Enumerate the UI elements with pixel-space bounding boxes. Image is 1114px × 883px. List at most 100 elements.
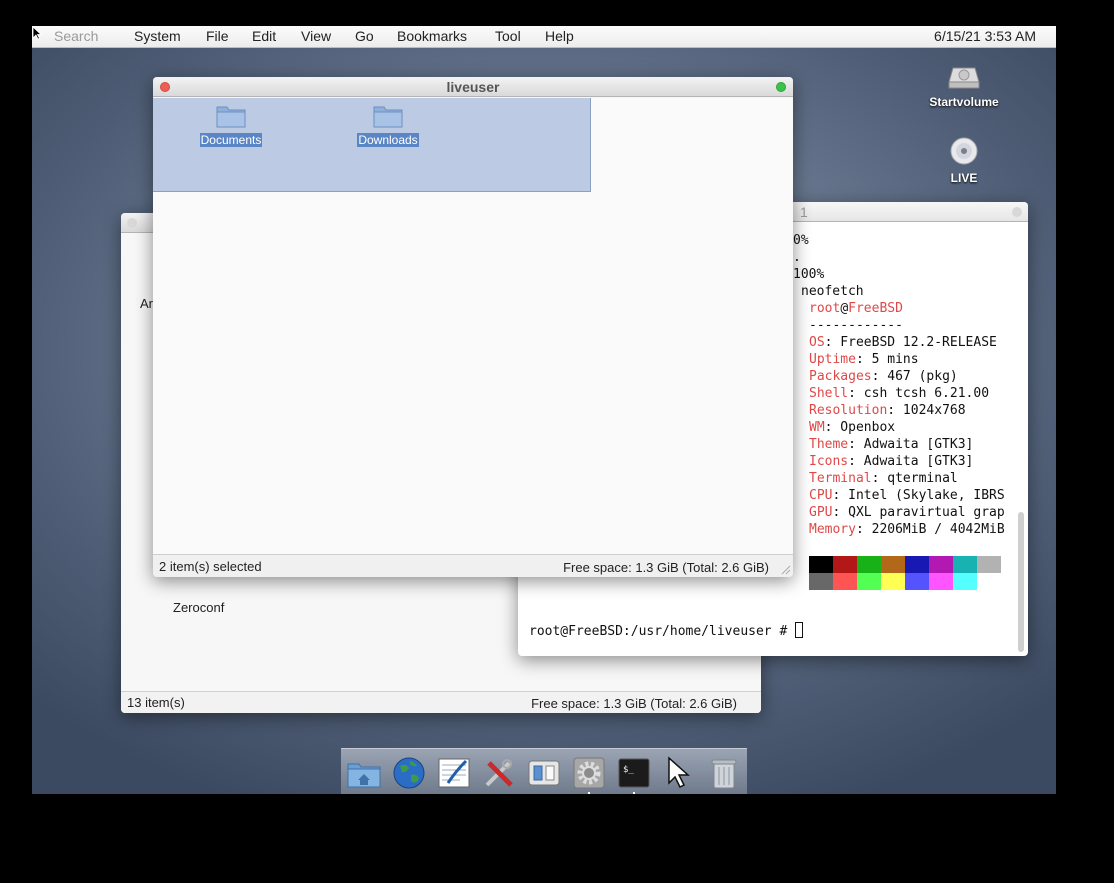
cursor-block [795, 622, 804, 638]
neofetch-info-line: Uptime: 5 mins [809, 352, 919, 367]
desktop-icon-label: Startvolume [929, 95, 999, 109]
status-bar: 13 item(s) Free space: 1.3 GiB (Total: 2… [121, 691, 761, 713]
window-title: 1 [800, 204, 808, 220]
dock-utilities[interactable] [481, 755, 517, 791]
running-indicator [633, 792, 635, 794]
dock-trash[interactable] [706, 755, 742, 791]
file-item-downloads[interactable]: Downloads [343, 104, 433, 147]
hard-drive-icon [948, 67, 980, 89]
window-titlebar[interactable]: liveuser [153, 77, 793, 97]
desktop-icon-startvolume[interactable]: Startvolume [919, 64, 1009, 109]
terminal-line: . [793, 250, 801, 265]
folder-icon [216, 106, 246, 128]
color-swatch [953, 573, 977, 590]
color-swatch [929, 556, 953, 573]
dock-preferences[interactable] [526, 755, 562, 791]
dock-browser[interactable] [391, 755, 427, 791]
close-button[interactable] [160, 82, 170, 92]
maximize-button[interactable] [776, 82, 786, 92]
menu-edit[interactable]: Edit [252, 28, 276, 44]
status-free-space: Free space: 1.3 GiB (Total: 2.6 GiB) [563, 560, 769, 575]
color-swatch [809, 556, 833, 573]
globe-icon [393, 757, 425, 789]
color-swatch [953, 556, 977, 573]
window-title: liveuser [446, 79, 500, 95]
trash-icon [711, 759, 737, 789]
color-swatch [929, 573, 953, 590]
maximize-button[interactable] [1012, 207, 1022, 217]
color-swatch [905, 573, 929, 590]
dock-cursor-app[interactable] [661, 755, 697, 791]
desktop-icon-label: LIVE [950, 171, 978, 185]
desktop: Search System File Edit View Go Bookmark… [32, 26, 1056, 794]
settings-gear-icon [573, 757, 605, 789]
desktop-icon-live[interactable]: LIVE [919, 136, 1009, 185]
home-folder-icon [347, 763, 381, 788]
zeroconf-label[interactable]: Zeroconf [173, 600, 224, 615]
color-swatch [809, 573, 833, 590]
clock[interactable]: 6/15/21 3:53 AM [934, 28, 1036, 44]
running-indicator [588, 792, 590, 794]
prompt-line[interactable]: root@FreeBSD:/usr/home/liveuser # [529, 622, 804, 639]
pointer-icon [32, 26, 42, 40]
file-item-documents[interactable]: Documents [186, 104, 276, 147]
neofetch-info-line: Resolution: 1024x768 [809, 403, 966, 418]
color-swatch [881, 573, 905, 590]
menu-system[interactable]: System [134, 28, 181, 44]
neofetch-info-line: OS: FreeBSD 12.2-RELEASE [809, 335, 997, 350]
color-swatch [833, 556, 857, 573]
search-field[interactable]: Search [54, 28, 98, 44]
menu-file[interactable]: File [206, 28, 229, 44]
menu-view[interactable]: View [301, 28, 331, 44]
terminal-line: neofetch [801, 284, 864, 299]
user-host-line: root@FreeBSD [809, 301, 903, 316]
neofetch-info-line: Shell: csh tcsh 6.21.00 [809, 386, 990, 401]
terminal-icon: $_ [618, 758, 650, 788]
neofetch-info-line: GPU: QXL paravirtual grap [809, 505, 1005, 520]
status-bar: 2 item(s) selected Free space: 1.3 GiB (… [153, 554, 793, 577]
dock-terminal[interactable]: $_ [616, 755, 652, 794]
utilities-icon [485, 759, 513, 787]
cursor-icon [668, 756, 690, 789]
color-swatch [977, 556, 1001, 573]
file-view[interactable]: Documents Downloads [153, 98, 793, 554]
svg-text:$_: $_ [623, 765, 634, 775]
file-manager-window[interactable]: liveuser Documents Downloads 2 item(s) s… [153, 77, 793, 577]
terminal-line: 100% [793, 267, 825, 282]
close-button[interactable] [127, 218, 137, 228]
status-selected: 2 item(s) selected [159, 559, 262, 574]
menu-go[interactable]: Go [355, 28, 374, 44]
partial-label: Ar [140, 296, 153, 311]
file-name: Documents [199, 133, 263, 147]
text-editor-icon [438, 758, 470, 788]
menu-tool[interactable]: Tool [495, 28, 521, 44]
file-name: Downloads [357, 133, 419, 147]
neofetch-info-line: Memory: 2206MiB / 4042MiB [809, 522, 1005, 537]
folder-icon [373, 106, 403, 128]
color-swatch [833, 573, 857, 590]
color-swatch [857, 573, 881, 590]
scrollbar[interactable] [1018, 512, 1024, 652]
color-swatch [881, 556, 905, 573]
dock: $_ [341, 748, 747, 794]
preferences-icon [528, 760, 560, 786]
cd-icon [950, 137, 978, 165]
dock-text-editor[interactable] [436, 755, 472, 791]
menu-bookmarks[interactable]: Bookmarks [397, 28, 467, 44]
dock-settings[interactable] [571, 755, 607, 794]
menu-help[interactable]: Help [545, 28, 574, 44]
color-swatch [857, 556, 881, 573]
neofetch-info-line: Icons: Adwaita [GTK3] [809, 454, 974, 469]
dock-home-folder[interactable] [346, 755, 382, 791]
status-free-space: Free space: 1.3 GiB (Total: 2.6 GiB) [531, 696, 737, 711]
neofetch-info-line: CPU: Intel (Skylake, IBRS [809, 488, 1005, 503]
menubar: Search System File Edit View Go Bookmark… [32, 26, 1056, 48]
terminal-line: 0% [793, 233, 809, 248]
neofetch-info-line: Terminal: qterminal [809, 471, 958, 486]
separator-line: ------------ [809, 318, 903, 333]
neofetch-info-line: Theme: Adwaita [GTK3] [809, 437, 974, 452]
neofetch-info-line: Packages: 467 (pkg) [809, 369, 958, 384]
resize-grip-icon[interactable] [779, 563, 791, 575]
color-swatch [905, 556, 929, 573]
status-item-count: 13 item(s) [127, 695, 185, 710]
